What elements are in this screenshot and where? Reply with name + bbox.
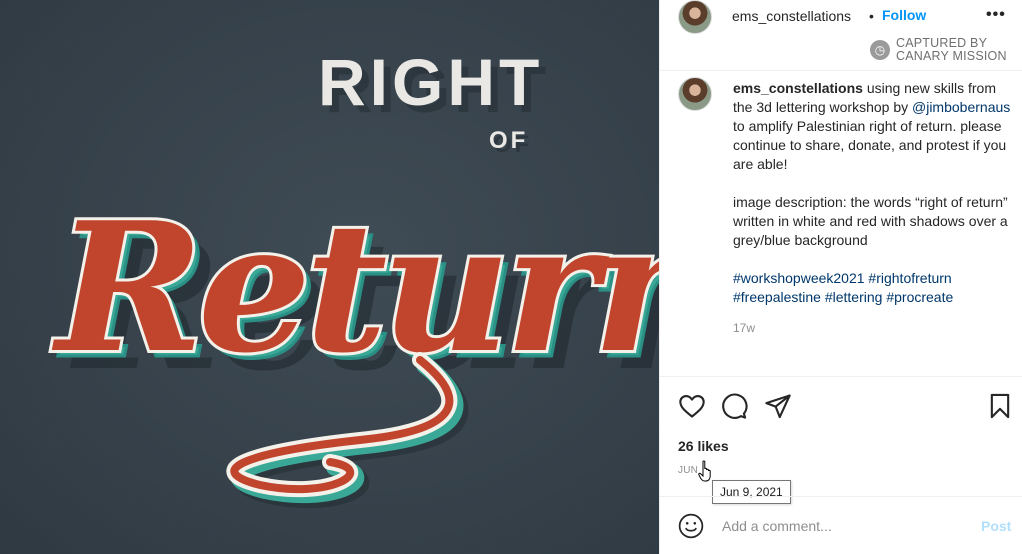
caption-block: ems_constellations using new skills from… — [660, 70, 1022, 375]
avatar[interactable] — [678, 0, 712, 34]
comment-icon — [722, 393, 748, 419]
watermark-line-2: CANARY MISSION — [896, 49, 1007, 63]
caption-body-2: to amplify Palestinian right of return. … — [733, 118, 1007, 172]
post-comment-button[interactable]: Post — [981, 518, 1011, 534]
watermark-line-1: CAPTURED BY — [896, 36, 988, 50]
paper-plane-icon — [765, 394, 791, 419]
likes-count[interactable]: 26 likes — [678, 438, 729, 454]
canary-mission-watermark: ◷ CAPTURED BY CANARY MISSION — [870, 36, 1020, 64]
hashtag-link[interactable]: #lettering — [825, 289, 883, 305]
header-username[interactable]: ems_constellations — [732, 8, 851, 24]
hashtag-link[interactable]: #freepalestine — [733, 289, 821, 305]
artwork-of-text: OF — [489, 127, 528, 154]
smiley-icon[interactable] — [678, 513, 704, 539]
follow-button[interactable]: Follow — [882, 7, 926, 23]
pointer-hand-icon — [698, 460, 711, 482]
caption-age[interactable]: 17w — [733, 321, 755, 335]
comment-input[interactable] — [722, 515, 972, 537]
hashtag-link[interactable]: #rightofreturn — [868, 270, 951, 286]
clock-icon: ◷ — [870, 40, 890, 60]
hashtag-link[interactable]: #procreate — [886, 289, 953, 305]
caption-username[interactable]: ems_constellations — [733, 80, 863, 96]
mention-link[interactable]: @jimbobernaus — [912, 99, 1010, 115]
image-description: image description: the words “right of r… — [733, 194, 1008, 248]
post-date[interactable]: JUN — [678, 465, 698, 476]
artwork: RIGHT RIGHT OF OF Return Return Return — [0, 0, 659, 554]
hashtag-list: #workshopweek2021 #rightofreturn #freepa… — [733, 269, 1018, 307]
artwork-right-text: RIGHT — [318, 45, 543, 119]
like-button[interactable] — [678, 392, 708, 422]
save-button[interactable] — [986, 392, 1016, 422]
bookmark-icon — [990, 393, 1010, 419]
heart-icon — [679, 395, 705, 418]
comment-button[interactable] — [720, 392, 750, 422]
caption-text: ems_constellations using new skills from… — [733, 79, 1018, 307]
post-header: ems_constellations • Follow ••• — [660, 0, 1022, 35]
artwork-return-text: Return — [51, 183, 659, 392]
comment-bar: Post — [660, 496, 1022, 554]
action-bar — [660, 376, 1022, 432]
post-image[interactable]: RIGHT RIGHT OF OF Return Return Return — [0, 0, 659, 554]
more-options-icon[interactable]: ••• — [986, 6, 1006, 24]
hashtag-link[interactable]: #workshopweek2021 — [733, 270, 865, 286]
post-side-panel: ems_constellations • Follow ••• ◷ CAPTUR… — [659, 0, 1022, 554]
separator-dot: • — [869, 8, 874, 24]
share-button[interactable] — [764, 392, 794, 422]
caption-avatar[interactable] — [678, 77, 712, 111]
